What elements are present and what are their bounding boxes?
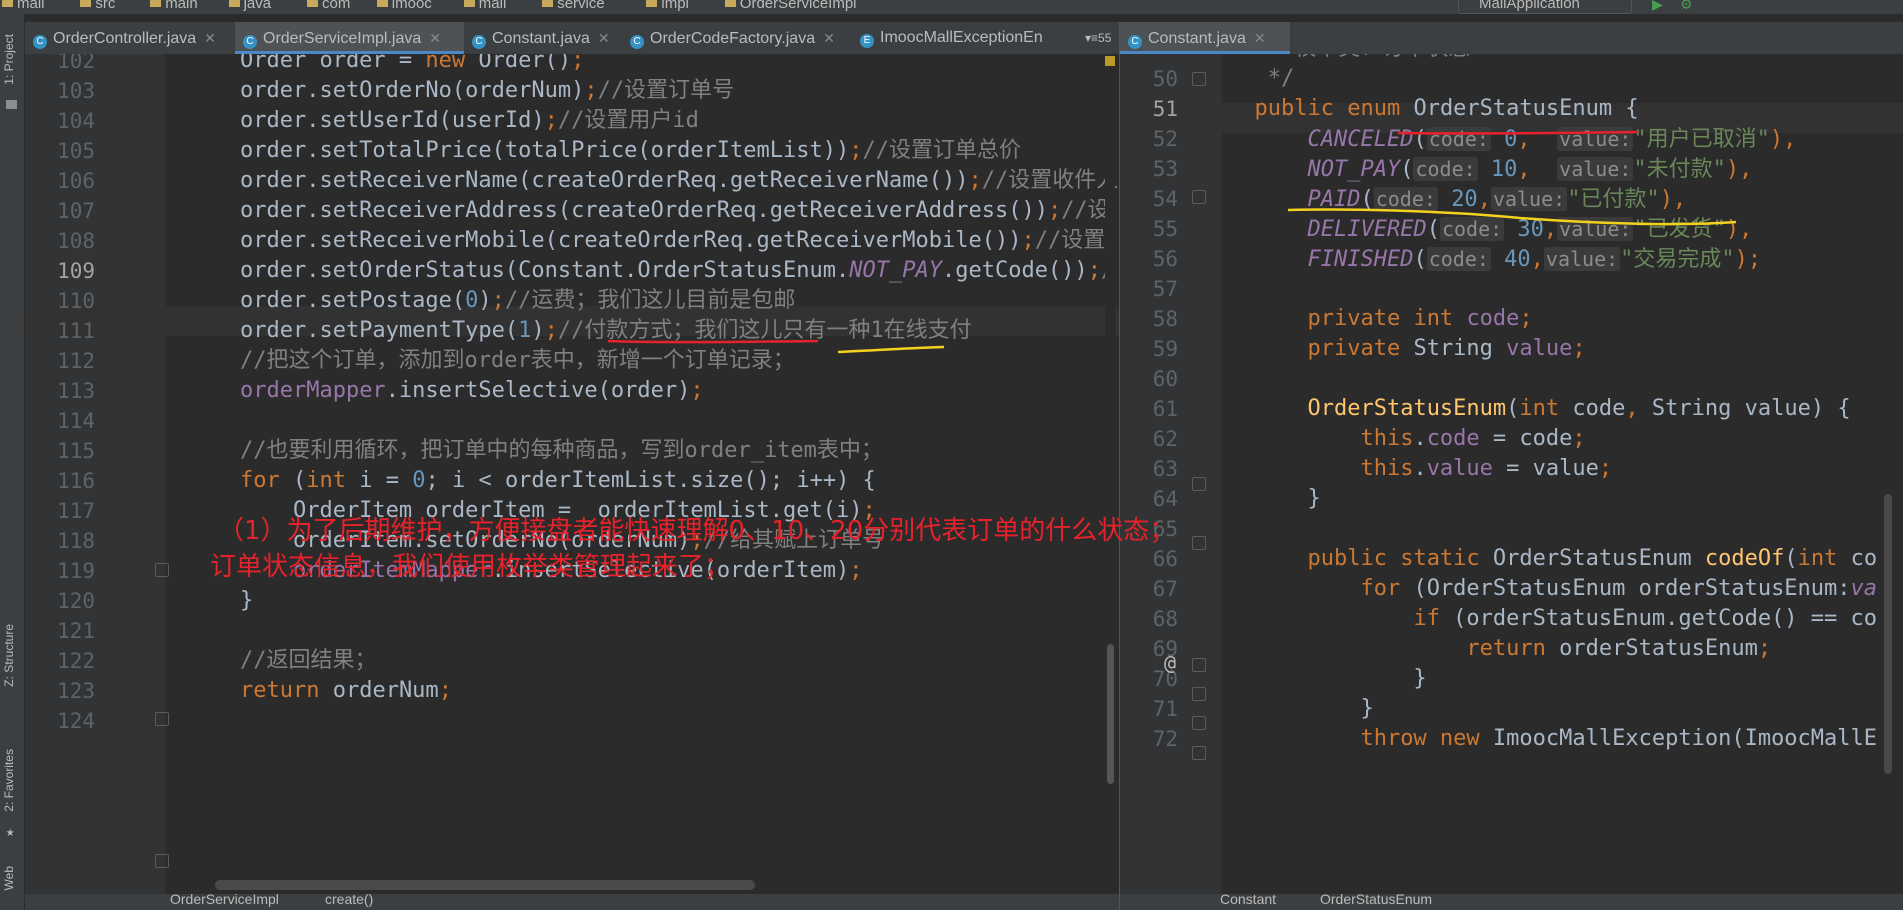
pen-marks xyxy=(607,130,1737,354)
annotation-line-1: （1）为了后期维护，方便接盘者能快速理解0、10、20分别代表订单的什么状态； xyxy=(218,516,1176,546)
red-underline-right xyxy=(1397,130,1639,135)
yellow-underline-right xyxy=(1287,208,1737,226)
red-underline-left xyxy=(607,339,819,344)
yellow-underline-left xyxy=(837,345,945,354)
annotation-line-2: 订单状态信息，我们使用枚举类管理起来了； xyxy=(210,552,731,582)
